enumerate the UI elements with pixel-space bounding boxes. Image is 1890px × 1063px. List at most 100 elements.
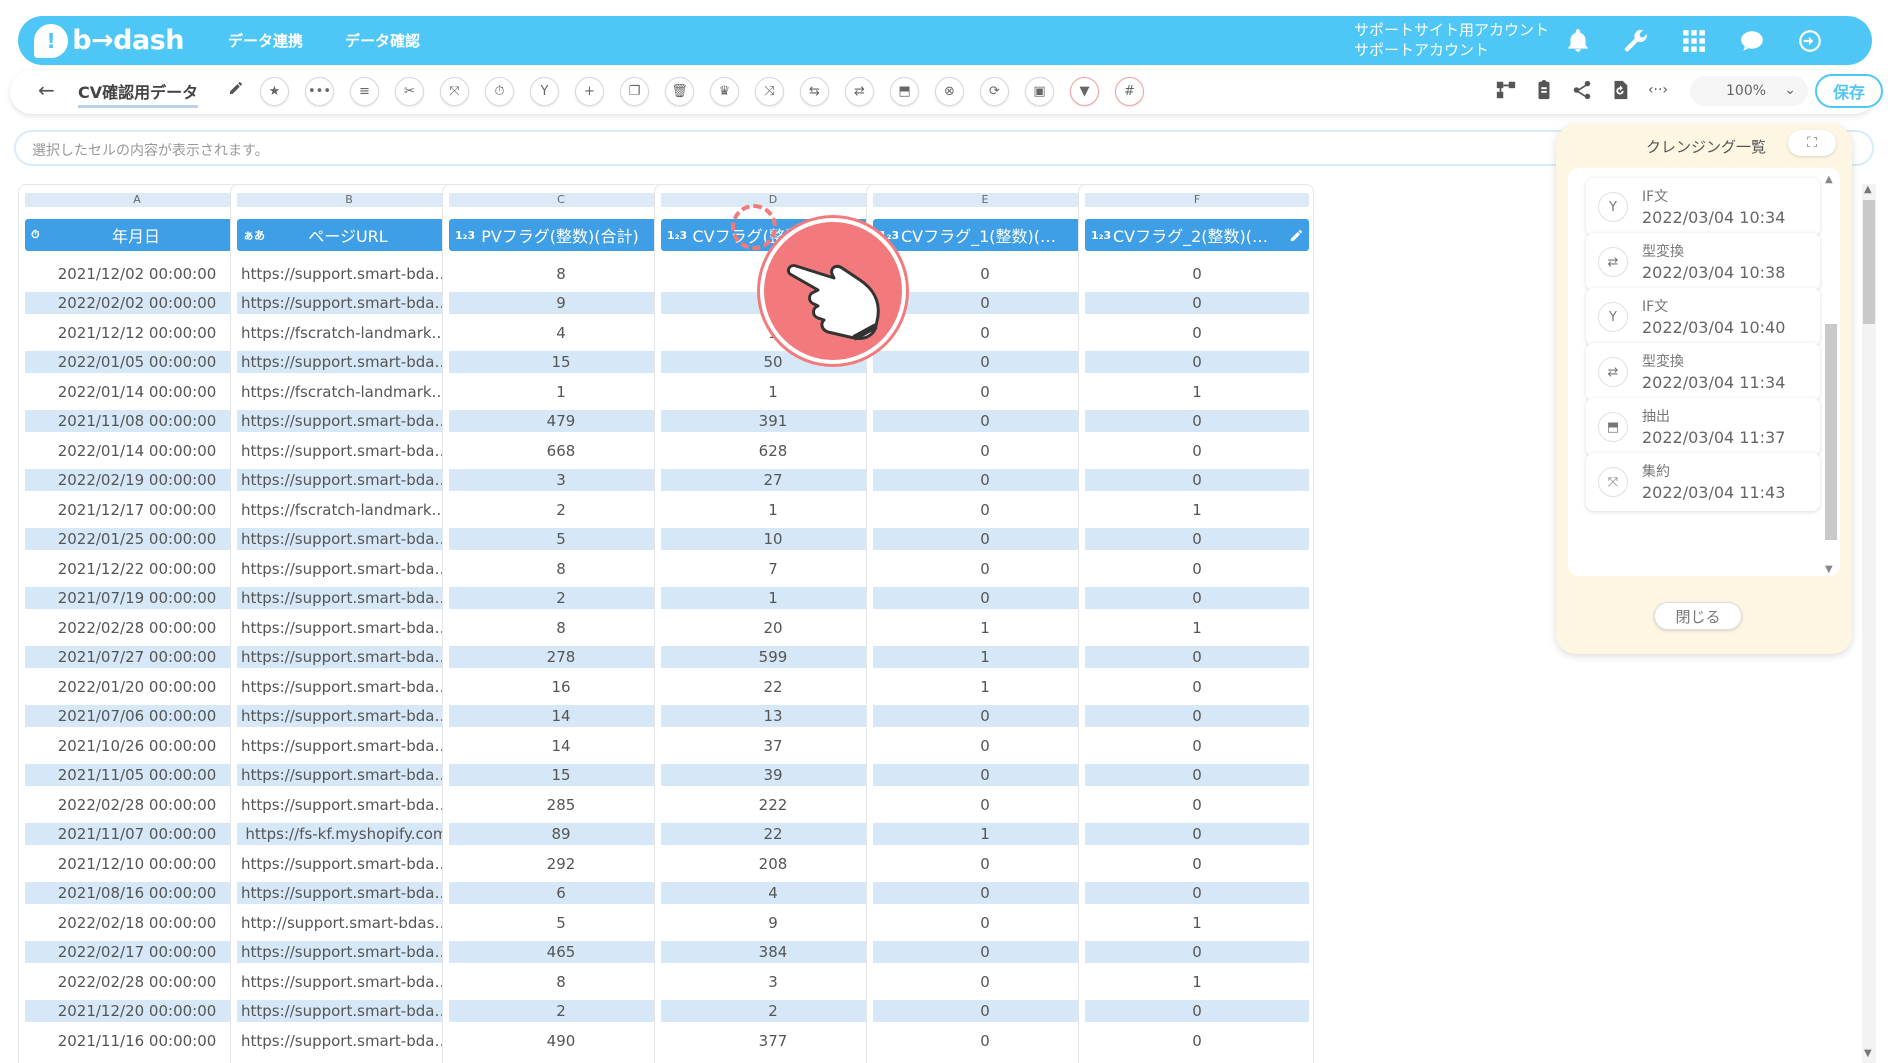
table-cell[interactable]: 0: [1085, 584, 1309, 614]
table-cell[interactable]: 490: [449, 1026, 673, 1056]
column-letter[interactable]: B: [237, 193, 461, 207]
table-cell[interactable]: 8: [449, 259, 673, 289]
star-icon[interactable]: ★: [260, 77, 289, 106]
more-icon[interactable]: •••: [305, 77, 334, 106]
table-cell[interactable]: https://support.smart-bdash...: [237, 584, 461, 614]
table-cell[interactable]: 1: [873, 613, 1097, 643]
table-cell[interactable]: https://support.smart-bdash...: [237, 348, 461, 378]
back-arrow-icon[interactable]: ←: [38, 78, 55, 102]
column-letter[interactable]: C: [449, 193, 673, 207]
table-cell[interactable]: 2021/12/10 00:00:00: [25, 849, 249, 879]
table-cell[interactable]: 10: [661, 525, 885, 555]
table-cell[interactable]: https://support.smart-bdash...: [237, 436, 461, 466]
table-cell[interactable]: https://support.smart-bdash...: [237, 879, 461, 909]
cleansing-history-item[interactable]: ⇄ 型変換 2022/03/04 11:34: [1586, 343, 1820, 401]
cleansing-history-item[interactable]: Y IF文 2022/03/04 10:34: [1586, 178, 1820, 236]
table-cell[interactable]: 2022/02/18 00:00:00: [25, 908, 249, 938]
filter-icon[interactable]: ▼: [1070, 77, 1099, 106]
table-cell[interactable]: https://support.smart-bdash...: [237, 790, 461, 820]
trash-icon[interactable]: 🗑: [665, 77, 694, 106]
table-cell[interactable]: 0: [1085, 849, 1309, 879]
table-cell[interactable]: 0: [1085, 407, 1309, 437]
table-cell[interactable]: 0: [873, 584, 1097, 614]
table-cell[interactable]: 1: [1085, 495, 1309, 525]
clipboard-icon[interactable]: [1532, 78, 1556, 102]
table-cell[interactable]: https://support.smart-bdash...: [237, 1026, 461, 1056]
table-cell[interactable]: 0: [1085, 761, 1309, 791]
table-cell[interactable]: 20: [661, 613, 885, 643]
table-cell[interactable]: 22: [661, 672, 885, 702]
table-cell[interactable]: 384: [661, 938, 885, 968]
table-cell[interactable]: 465: [449, 938, 673, 968]
table-cell[interactable]: 0: [1085, 348, 1309, 378]
scroll-down-icon[interactable]: ▼: [1864, 1048, 1872, 1059]
table-cell[interactable]: https://support.smart-bdash...: [237, 967, 461, 997]
table-cell[interactable]: 9: [449, 289, 673, 319]
repeat-icon[interactable]: ⇆: [800, 77, 829, 106]
crown-icon[interactable]: ♛: [710, 77, 739, 106]
cleansing-history-item[interactable]: Y IF文 2022/03/04 10:40: [1586, 288, 1820, 346]
table-cell[interactable]: 0: [873, 495, 1097, 525]
table-cell[interactable]: 0: [1085, 259, 1309, 289]
table-cell[interactable]: 0: [1085, 672, 1309, 702]
table-cell[interactable]: https://support.smart-bdash...: [237, 525, 461, 555]
table-cell[interactable]: 2021/11/16 00:00:00: [25, 1026, 249, 1056]
table-cell[interactable]: 89: [449, 820, 673, 850]
table-cell[interactable]: 0: [873, 348, 1097, 378]
logout-icon[interactable]: [1796, 27, 1824, 55]
table-cell[interactable]: 0: [873, 879, 1097, 909]
table-cell[interactable]: 2: [449, 495, 673, 525]
table-cell[interactable]: 0: [1085, 997, 1309, 1027]
table-cell[interactable]: 0: [1085, 790, 1309, 820]
cleansing-history-item[interactable]: ⇄ 型変換 2022/03/04 10:38: [1586, 233, 1820, 291]
table-cell[interactable]: 0: [1085, 436, 1309, 466]
cleansing-history-item[interactable]: ⤧ 集約 2022/03/04 11:43: [1586, 453, 1820, 511]
table-cell[interactable]: 9: [661, 908, 885, 938]
refresh-doc-icon[interactable]: [1608, 78, 1632, 102]
table-cell[interactable]: https://support.smart-bdash...: [237, 259, 461, 289]
table-cell[interactable]: 1: [873, 672, 1097, 702]
table-cell[interactable]: 479: [449, 407, 673, 437]
table-cell[interactable]: 0: [873, 1026, 1097, 1056]
table-cell[interactable]: https://support.smart-bdash...: [237, 849, 461, 879]
table-cell[interactable]: 2021/10/26 00:00:00: [25, 731, 249, 761]
table-cell[interactable]: 0: [873, 938, 1097, 968]
table-cell[interactable]: 5: [449, 908, 673, 938]
table-cell[interactable]: https://support.smart-bdash...: [237, 289, 461, 319]
timer-icon[interactable]: ⏱: [485, 77, 514, 106]
column-letter[interactable]: E: [873, 193, 1097, 207]
column-header[interactable]: 1₂3 CVフラグ_2(整数)(合計): [1085, 219, 1309, 251]
table-cell[interactable]: 2022/02/28 00:00:00: [25, 967, 249, 997]
table-cell[interactable]: https://support.smart-bdash...: [237, 731, 461, 761]
table-cell[interactable]: 0: [873, 554, 1097, 584]
table-cell[interactable]: 13: [661, 702, 885, 732]
table-cell[interactable]: 4: [661, 879, 885, 909]
column-letter[interactable]: A: [25, 193, 249, 207]
table-cell[interactable]: 1: [661, 377, 885, 407]
table-cell[interactable]: https://support.smart-bdash...: [237, 407, 461, 437]
table-cell[interactable]: 0: [1085, 938, 1309, 968]
table-cell[interactable]: 0: [873, 790, 1097, 820]
table-cell[interactable]: 14: [449, 731, 673, 761]
table-cell[interactable]: https://support.smart-bdash...: [237, 643, 461, 673]
zoom-select[interactable]: 100% ⌄: [1690, 76, 1808, 106]
table-cell[interactable]: http://support.smart-bdash....: [237, 908, 461, 938]
cleansing-history-item[interactable]: ⬒ 抽出 2022/03/04 11:37: [1586, 398, 1820, 456]
table-cell[interactable]: 1: [661, 584, 885, 614]
table-cell[interactable]: 2022/01/05 00:00:00: [25, 348, 249, 378]
table-cell[interactable]: 2021/12/12 00:00:00: [25, 318, 249, 348]
edit-column-icon[interactable]: [1283, 219, 1309, 251]
column-header[interactable]: 1₂3 PVフラグ(整数)(合計): [449, 219, 673, 251]
table-cell[interactable]: 2021/11/08 00:00:00: [25, 407, 249, 437]
table-cell[interactable]: 5: [449, 525, 673, 555]
nav-data-check[interactable]: データ確認: [345, 30, 420, 51]
table-cell[interactable]: https://support.smart-bdash...: [237, 761, 461, 791]
table-cell[interactable]: 0: [1085, 318, 1309, 348]
table-cell[interactable]: 2022/02/02 00:00:00: [25, 289, 249, 319]
table-cell[interactable]: 8: [449, 554, 673, 584]
table-cell[interactable]: 222: [661, 790, 885, 820]
table-cell[interactable]: 2021/11/05 00:00:00: [25, 761, 249, 791]
add-icon[interactable]: +: [575, 77, 604, 106]
table-cell[interactable]: 0: [873, 318, 1097, 348]
save-button[interactable]: 保存: [1815, 74, 1883, 108]
